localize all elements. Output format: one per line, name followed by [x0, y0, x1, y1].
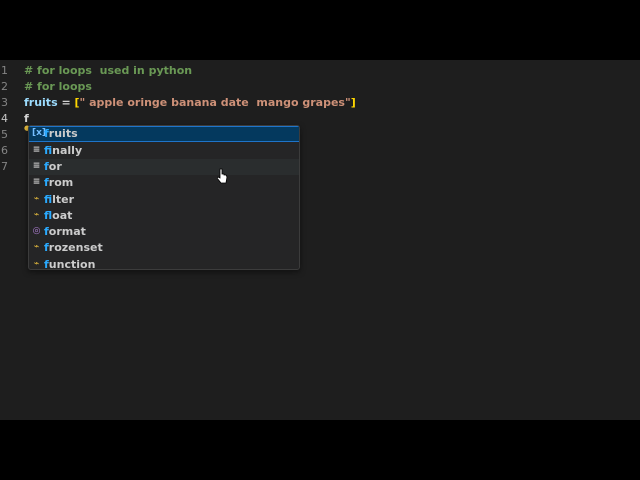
suggestion-item[interactable]: ≡ finally: [29, 143, 299, 159]
line-number: 7: [1, 160, 8, 173]
suggestion-rest: or: [48, 160, 62, 173]
suggestion-label: frozenset: [44, 240, 103, 256]
suggestion-rest: unction: [48, 258, 96, 270]
suggestion-rest: rom: [48, 176, 74, 189]
letterbox-top: [0, 0, 640, 60]
suggestion-item[interactable]: ⌁ float: [29, 208, 299, 224]
suggestion-label: from: [44, 175, 73, 191]
suggestion-rest: loat: [52, 209, 73, 222]
code-line[interactable]: 2 # for loops: [0, 79, 640, 95]
suggestion-rest: inally: [52, 144, 83, 157]
letterbox-bottom: [0, 420, 640, 480]
function-icon: ⌁: [33, 259, 40, 269]
suggestion-item[interactable]: ⌁ function: [29, 257, 299, 270]
keyword-icon: ≡: [32, 145, 41, 155]
suggestion-label: filter: [44, 192, 74, 208]
line-number: 2: [1, 80, 8, 93]
token-var: fruits: [24, 96, 58, 109]
suggestion-item[interactable]: ≡ for: [29, 159, 299, 175]
token-op: =: [57, 96, 75, 109]
line-number: 6: [1, 144, 8, 157]
variable-icon: [x]: [32, 128, 47, 138]
mouse-pointer-icon: [217, 168, 228, 184]
code-line[interactable]: 1 # for loops used in python: [0, 63, 640, 79]
method-icon: ◎: [32, 226, 41, 236]
suggestion-label: for: [44, 159, 62, 175]
suggestion-widget[interactable]: [x] fruits ≡ finally ≡ for ≡ from ⌁ filter ⌁ float ◎…: [28, 125, 300, 270]
suggestion-item[interactable]: ≡ from: [29, 175, 299, 191]
code-text: # for loops: [24, 79, 92, 95]
suggestion-rest: ilter: [52, 193, 75, 206]
function-icon: ⌁: [33, 242, 40, 252]
match-highlight: f: [44, 193, 53, 206]
line-number: 1: [1, 64, 8, 77]
function-icon: ⌁: [33, 210, 40, 220]
suggestion-rest: ormat: [48, 225, 86, 238]
match-highlight: f: [44, 209, 53, 222]
match-highlight: f: [44, 144, 53, 157]
line-number: 4: [1, 112, 8, 125]
line-number: 5: [1, 128, 8, 141]
suggestion-rest: ruits: [48, 127, 78, 140]
code-text: # for loops used in python: [24, 63, 192, 79]
keyword-icon: ≡: [32, 177, 41, 187]
code-text: fruits = [" apple oringe banana date man…: [24, 95, 356, 111]
token-comment: # for loops: [24, 80, 92, 93]
suggestion-label: fruits: [44, 127, 78, 141]
suggestion-item[interactable]: ⌁ frozenset: [29, 240, 299, 256]
keyword-icon: ≡: [32, 161, 41, 171]
suggestion-item[interactable]: [x] fruits: [29, 126, 299, 142]
suggestion-item[interactable]: ◎ format: [29, 224, 299, 240]
token-comment: # for loops used in python: [24, 64, 193, 77]
suggestion-rest: rozenset: [48, 241, 103, 254]
token-bracket: ]: [350, 96, 356, 109]
function-icon: ⌁: [33, 194, 40, 204]
line-number: 3: [1, 96, 8, 109]
code-line[interactable]: 3 fruits = [" apple oringe banana date ma…: [0, 95, 640, 111]
suggestion-label: function: [44, 257, 96, 270]
code-text: f: [24, 111, 29, 127]
suggestion-item[interactable]: ⌁ filter: [29, 192, 299, 208]
suggestion-label: float: [44, 208, 72, 224]
suggestion-label: finally: [44, 143, 82, 159]
suggestion-label: format: [44, 224, 86, 240]
token-typed: f: [24, 112, 29, 125]
token-str: " apple oringe banana date mango grapes": [79, 96, 351, 109]
